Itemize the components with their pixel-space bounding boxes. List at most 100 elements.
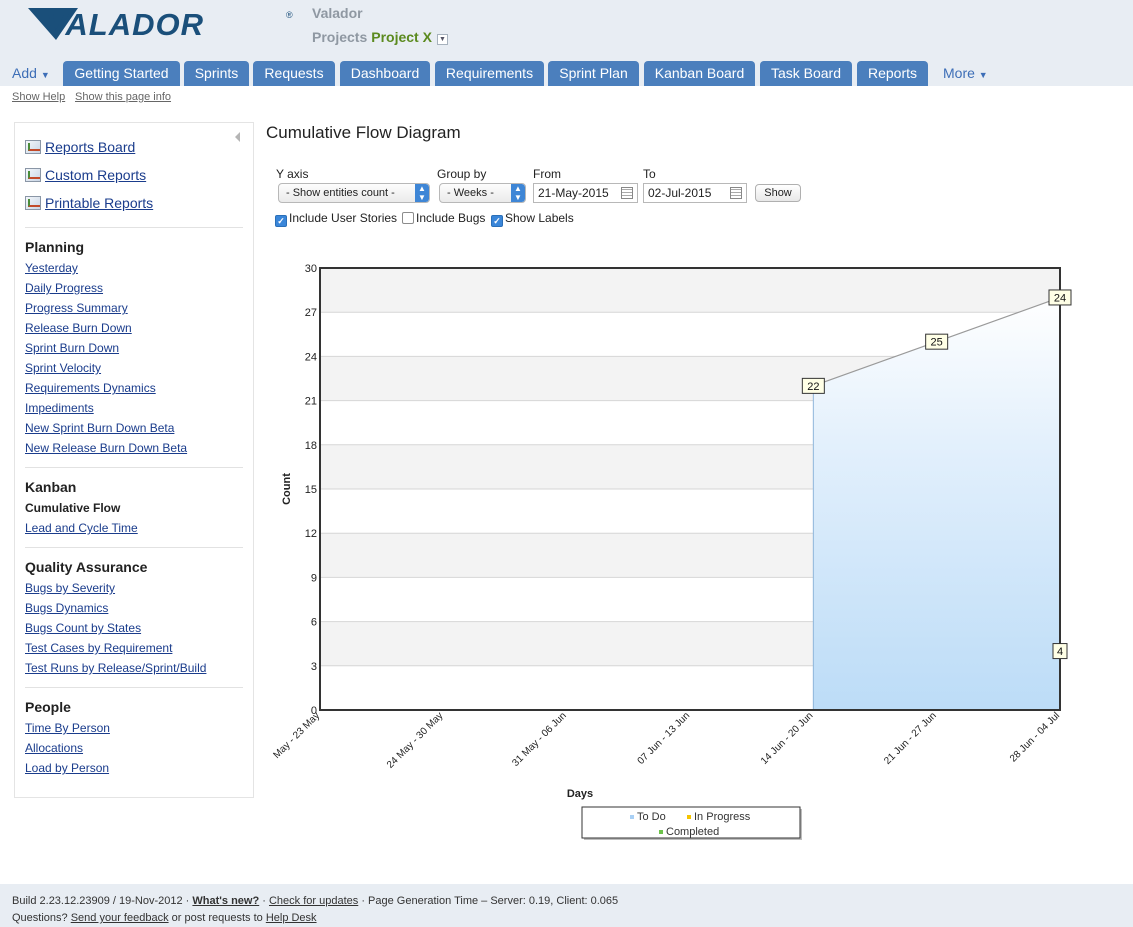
project-selector[interactable]: Projects Project X ▼ xyxy=(312,29,448,45)
printable-reports-label: Printable Reports xyxy=(45,195,154,211)
tab-sprint-plan[interactable]: Sprint Plan xyxy=(548,61,639,86)
page-footer: Build 2.23.12.23909 / 19-Nov-2012 · What… xyxy=(0,884,1133,927)
add-menu-label: Add xyxy=(12,65,37,81)
cumulative-flow-chart: 036912151821242730 May - 23 May 24 May - … xyxy=(272,263,1072,840)
kanban-heading: Kanban xyxy=(25,479,77,495)
y-tick-label: 9 xyxy=(311,572,317,584)
from-date-input[interactable]: 21-May-2015 xyxy=(533,183,638,203)
footer-questions-line: Questions? Send your feedback or post re… xyxy=(12,912,317,924)
data-label: 25 xyxy=(931,337,943,349)
show-help-link[interactable]: Show Help xyxy=(12,91,65,103)
release-burn-down-link[interactable]: Release Burn Down xyxy=(25,321,132,335)
help-desk-link[interactable]: Help Desk xyxy=(266,912,317,924)
company-name: Valador xyxy=(312,5,363,21)
include-user-stories-checkbox[interactable]: ✓ Include User Stories xyxy=(275,211,397,227)
whats-new-link[interactable]: What's new? xyxy=(192,895,259,907)
report-icon xyxy=(25,168,41,182)
new-release-burn-down-beta-link[interactable]: New Release Burn Down Beta xyxy=(25,441,187,455)
valador-logo[interactable]: VALADOR ® xyxy=(26,4,296,44)
current-project[interactable]: Project X xyxy=(371,29,432,45)
checkbox-checked-icon[interactable]: ✓ xyxy=(491,215,503,227)
bugs-dynamics-link[interactable]: Bugs Dynamics xyxy=(25,601,108,615)
more-menu[interactable]: More ▼ xyxy=(943,65,988,81)
sprint-burn-down-link[interactable]: Sprint Burn Down xyxy=(25,341,119,355)
reports-board-link[interactable]: Reports Board xyxy=(25,139,135,155)
yesterday-link[interactable]: Yesterday xyxy=(25,261,78,275)
y-axis-ticks: 036912151821242730 xyxy=(305,263,317,717)
top-header: VALADOR ® Valador Projects Project X ▼ Add… xyxy=(0,0,1133,86)
x-axis-ticks: May - 23 May 24 May - 30 May 31 May - 06 J… xyxy=(272,710,1063,770)
bugs-count-by-states-link[interactable]: Bugs Count by States xyxy=(25,621,141,635)
y-tick-label: 27 xyxy=(305,307,317,319)
checkbox-unchecked-icon[interactable] xyxy=(402,212,414,224)
chevron-down-icon[interactable]: ▼ xyxy=(436,34,448,45)
x-tick-label: 31 May - 06 Jun xyxy=(510,710,568,768)
report-icon xyxy=(25,196,41,210)
y-tick-label: 30 xyxy=(305,263,317,275)
y-tick-label: 6 xyxy=(311,617,317,629)
tab-sprints[interactable]: Sprints xyxy=(184,61,249,86)
tab-task-board[interactable]: Task Board xyxy=(760,61,852,86)
quality-assurance-heading: Quality Assurance xyxy=(25,559,148,575)
group-by-label: Group by xyxy=(437,167,487,181)
send-feedback-link[interactable]: Send your feedback xyxy=(71,912,169,924)
y-axis-select[interactable]: - Show entities count - ▲ ▼ xyxy=(278,183,430,203)
y-axis-label: Y axis xyxy=(276,167,309,181)
legend-label: In Progress xyxy=(694,811,751,823)
y-tick-label: 15 xyxy=(305,484,317,496)
divider xyxy=(25,467,243,468)
show-page-info-link[interactable]: Show this page info xyxy=(75,91,171,103)
cumulative-flow-current: Cumulative Flow xyxy=(25,501,121,515)
daily-progress-link[interactable]: Daily Progress xyxy=(25,281,103,295)
generation-time: Page Generation Time – Server: 0.19, Cli… xyxy=(368,895,619,907)
custom-reports-label: Custom Reports xyxy=(45,167,147,183)
bugs-by-severity-link[interactable]: Bugs by Severity xyxy=(25,581,115,595)
calendar-icon[interactable] xyxy=(730,187,742,199)
tab-dashboard[interactable]: Dashboard xyxy=(340,61,430,86)
select-arrows-icon: ▲ ▼ xyxy=(415,184,429,202)
collapse-arrow-icon[interactable] xyxy=(235,132,240,142)
data-label: 22 xyxy=(807,381,819,393)
tab-kanban-board[interactable]: Kanban Board xyxy=(644,61,755,86)
load-by-person-link[interactable]: Load by Person xyxy=(25,761,109,775)
tab-reports[interactable]: Reports xyxy=(857,61,928,86)
x-tick-label: May - 23 May xyxy=(272,710,323,761)
printable-reports-link[interactable]: Printable Reports xyxy=(25,195,153,211)
include-bugs-label: Include Bugs xyxy=(416,211,486,225)
calendar-icon[interactable] xyxy=(621,187,633,199)
custom-reports-link[interactable]: Custom Reports xyxy=(25,167,146,183)
tab-getting-started[interactable]: Getting Started xyxy=(63,61,180,86)
checkbox-checked-icon[interactable]: ✓ xyxy=(275,215,287,227)
sprint-velocity-link[interactable]: Sprint Velocity xyxy=(25,361,101,375)
test-cases-by-requirement-link[interactable]: Test Cases by Requirement xyxy=(25,641,172,655)
questions-text: Questions? xyxy=(12,912,68,924)
test-runs-link[interactable]: Test Runs by Release/Sprint/Build xyxy=(25,661,206,675)
new-sprint-burn-down-beta-link[interactable]: New Sprint Burn Down Beta xyxy=(25,421,174,435)
show-labels-checkbox[interactable]: ✓ Show Labels xyxy=(491,211,574,227)
time-by-person-link[interactable]: Time By Person xyxy=(25,721,110,735)
to-date-input[interactable]: 02-Jul-2015 xyxy=(643,183,747,203)
x-tick-label: 21 Jun - 27 Jun xyxy=(882,710,939,767)
y-tick-label: 3 xyxy=(311,661,317,673)
allocations-link[interactable]: Allocations xyxy=(25,741,83,755)
build-info: Build 2.23.12.23909 / 19-Nov-2012 xyxy=(12,895,183,907)
tab-requirements[interactable]: Requirements xyxy=(435,61,544,86)
lead-and-cycle-time-link[interactable]: Lead and Cycle Time xyxy=(25,521,138,535)
show-labels-label: Show Labels xyxy=(505,211,574,225)
check-updates-link[interactable]: Check for updates xyxy=(269,895,358,907)
footer-build-line: Build 2.23.12.23909 / 19-Nov-2012 · What… xyxy=(12,895,619,907)
legend-label: To Do xyxy=(637,811,666,823)
show-button[interactable]: Show xyxy=(755,184,801,202)
x-tick-label: 24 May - 30 May xyxy=(385,710,445,770)
requirements-dynamics-link[interactable]: Requirements Dynamics xyxy=(25,381,156,395)
include-bugs-checkbox[interactable]: Include Bugs xyxy=(402,211,485,225)
to-label: To xyxy=(643,167,656,181)
tab-requests[interactable]: Requests xyxy=(253,61,335,86)
add-menu[interactable]: Add ▼ xyxy=(12,65,50,81)
y-tick-label: 18 xyxy=(305,440,317,452)
group-by-select[interactable]: - Weeks - ▲ ▼ xyxy=(439,183,526,203)
y-axis-title: Count xyxy=(281,473,293,505)
group-by-select-value: - Weeks - xyxy=(447,187,494,199)
impediments-link[interactable]: Impediments xyxy=(25,401,94,415)
progress-summary-link[interactable]: Progress Summary xyxy=(25,301,128,315)
